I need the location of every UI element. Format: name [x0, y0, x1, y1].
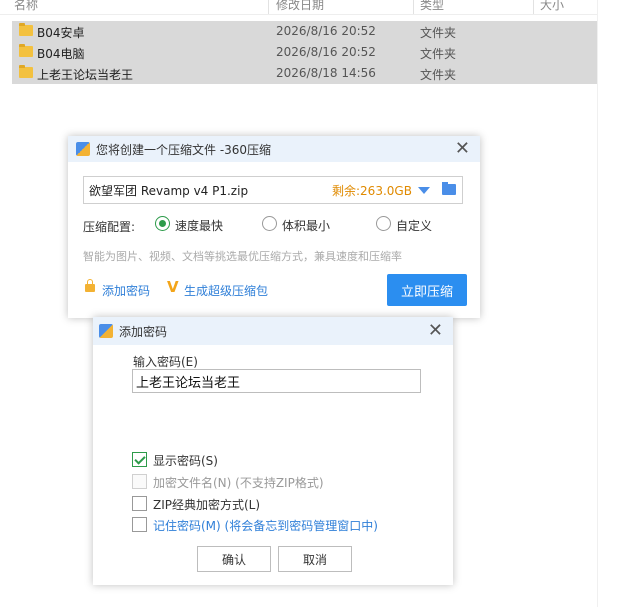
add-password-link[interactable]: 添加密码	[102, 282, 150, 299]
ok-button[interactable]: 确认	[197, 546, 271, 572]
file-name: B04电脑	[37, 47, 85, 61]
file-row[interactable]: 上老王论坛当老王 2026/8/18 14:56 文件夹	[12, 63, 597, 84]
cancel-button[interactable]: 取消	[278, 546, 352, 572]
password-input[interactable]	[132, 369, 421, 393]
column-size[interactable]: 大小	[540, 0, 564, 13]
radio-icon[interactable]	[262, 216, 277, 231]
radio-icon[interactable]	[376, 216, 391, 231]
file-name: 上老王论坛当老王	[37, 68, 134, 82]
close-icon[interactable]: ✕	[428, 320, 443, 341]
folder-icon	[19, 23, 33, 36]
checkbox-icon[interactable]	[132, 517, 147, 532]
password-input-label: 输入密码(E)	[133, 355, 198, 369]
compress-dialog: 您将创建一个压缩文件 -360压缩 ✕ 欲望军团 Revamp v4 P1.zi…	[68, 136, 480, 318]
checkbox-label: 加密文件名(N) (不支持ZIP格式)	[153, 476, 324, 490]
compress-config-label: 压缩配置:	[83, 220, 136, 234]
column-separator[interactable]	[533, 0, 534, 14]
file-date: 2026/8/18 14:56	[276, 66, 376, 80]
file-type: 文件夹	[420, 26, 457, 40]
checkbox-label[interactable]: ZIP经典加密方式(L)	[153, 496, 260, 513]
folder-icon	[19, 44, 33, 57]
column-type[interactable]: 类型	[420, 0, 444, 13]
radio-label[interactable]: 自定义	[396, 217, 432, 234]
column-name[interactable]: 名称	[14, 0, 38, 13]
360zip-app-icon	[99, 324, 113, 338]
column-separator[interactable]	[413, 0, 414, 14]
lock-icon[interactable]	[85, 279, 95, 292]
browse-folder-icon[interactable]	[442, 182, 456, 195]
vip-icon: V	[167, 278, 179, 296]
checkbox-icon	[132, 474, 147, 489]
compress-hint: 智能为图片、视频、文档等挑选最优压缩方式，兼具速度和压缩率	[83, 250, 402, 263]
checkbox-icon[interactable]	[132, 496, 147, 511]
radio-selected-icon[interactable]	[155, 216, 170, 231]
archive-path-field[interactable]: 欲望军团 Revamp v4 P1.zip 剩余:263.0GB	[83, 176, 463, 204]
file-type: 文件夹	[420, 47, 457, 61]
radio-label[interactable]: 速度最快	[175, 217, 223, 234]
chevron-down-icon[interactable]	[418, 187, 430, 194]
compress-now-button[interactable]: 立即压缩	[387, 274, 467, 306]
checkbox-label[interactable]: 记住密码(M) (将会备忘到密码管理窗口中)	[153, 517, 378, 534]
compress-dialog-title: 您将创建一个压缩文件 -360压缩	[96, 143, 272, 157]
add-password-dialog: 添加密码 ✕ 输入密码(E) 显示密码(S) 加密文件名(N) (不支持ZIP格…	[93, 317, 453, 585]
folder-icon	[19, 65, 33, 78]
checkbox-label[interactable]: 显示密码(S)	[153, 452, 218, 469]
password-dialog-title: 添加密码	[119, 325, 168, 339]
close-icon[interactable]: ✕	[455, 138, 470, 159]
super-pack-link[interactable]: 生成超级压缩包	[184, 282, 268, 299]
archive-filename[interactable]: 欲望军团 Revamp v4 P1.zip	[89, 182, 248, 199]
file-date: 2026/8/16 20:52	[276, 45, 376, 59]
radio-label[interactable]: 体积最小	[282, 217, 330, 234]
compress-dialog-title-bar[interactable]: 您将创建一个压缩文件 -360压缩 ✕	[68, 136, 480, 162]
pane-divider	[597, 0, 598, 607]
column-modified[interactable]: 修改日期	[276, 0, 324, 13]
column-header: 名称 修改日期 类型 大小	[0, 0, 597, 15]
free-space-label: 剩余:263.0GB	[332, 184, 412, 198]
file-row[interactable]: B04安卓 2026/8/16 20:52 文件夹	[12, 21, 597, 42]
file-date: 2026/8/16 20:52	[276, 24, 376, 38]
file-name: B04安卓	[37, 26, 85, 40]
file-row[interactable]: B04电脑 2026/8/16 20:52 文件夹	[12, 42, 597, 63]
file-type: 文件夹	[420, 68, 457, 82]
360zip-app-icon	[76, 142, 90, 156]
password-dialog-title-bar[interactable]: 添加密码 ✕	[93, 317, 453, 345]
checkbox-checked-icon[interactable]	[132, 452, 147, 467]
column-separator[interactable]	[268, 0, 269, 14]
